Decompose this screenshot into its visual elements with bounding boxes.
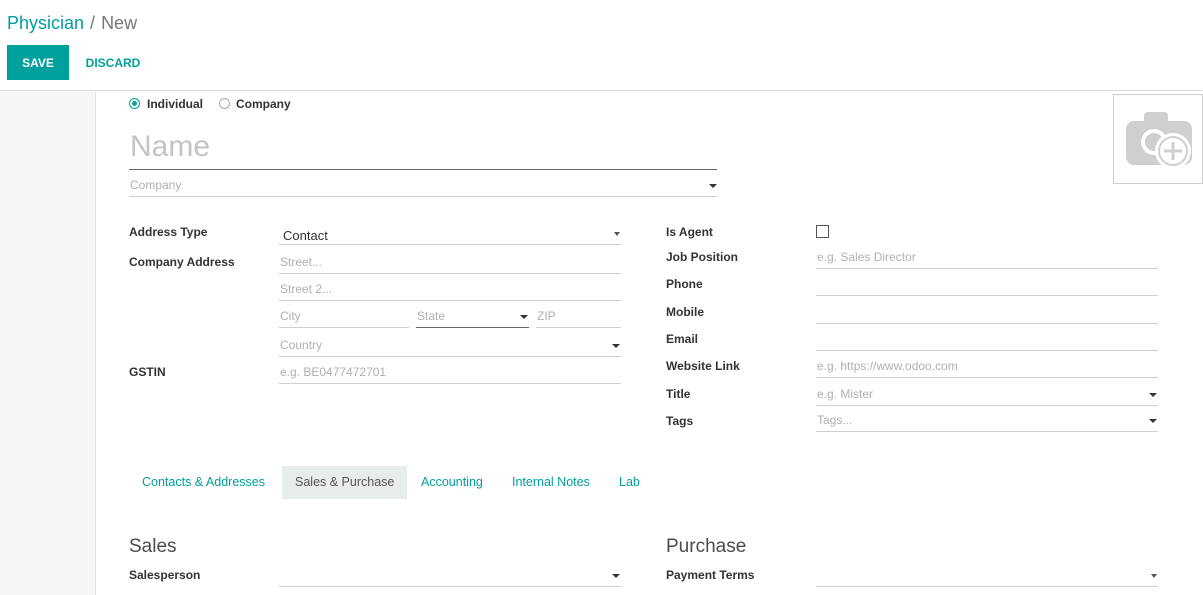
zip-placeholder: ZIP bbox=[537, 309, 556, 323]
tags-placeholder: Tags... bbox=[817, 413, 853, 427]
individual-radio[interactable] bbox=[129, 98, 140, 109]
discard-button[interactable]: DISCARD bbox=[77, 45, 149, 80]
state-placeholder: State bbox=[417, 309, 446, 323]
payment-terms-select[interactable] bbox=[816, 565, 1158, 587]
state-select[interactable]: State bbox=[416, 306, 529, 328]
camera-plus-icon bbox=[1126, 112, 1192, 169]
left-gutter bbox=[0, 92, 96, 595]
company-placeholder: Company bbox=[130, 178, 182, 192]
tab-internal-notes[interactable]: Internal Notes bbox=[499, 466, 603, 499]
street2-input[interactable]: Street 2... bbox=[279, 279, 621, 301]
control-panel: Physician / New SAVE DISCARD bbox=[0, 0, 1203, 91]
gstin-label: GSTIN bbox=[129, 365, 166, 379]
company-select[interactable]: Company bbox=[129, 175, 717, 197]
zip-input[interactable]: ZIP bbox=[536, 306, 621, 328]
company-radio[interactable] bbox=[219, 98, 230, 109]
phone-label: Phone bbox=[666, 277, 703, 291]
chevron-down-icon bbox=[520, 315, 528, 319]
avatar-upload[interactable] bbox=[1113, 94, 1203, 184]
street2-placeholder: Street 2... bbox=[280, 282, 333, 296]
breadcrumb-physician-link[interactable]: Physician bbox=[7, 13, 84, 33]
city-input[interactable]: City bbox=[279, 306, 409, 328]
address-type-value: Contact bbox=[283, 228, 328, 243]
mobile-input[interactable] bbox=[816, 302, 1158, 324]
tags-label: Tags bbox=[666, 414, 694, 428]
chevron-down-icon bbox=[612, 574, 620, 578]
title-label: Title bbox=[666, 387, 691, 401]
salesperson-label: Salesperson bbox=[129, 568, 201, 582]
job-position-label: Job Position bbox=[666, 250, 738, 264]
breadcrumb-current: New bbox=[101, 13, 138, 33]
street-input[interactable]: Street... bbox=[279, 252, 621, 274]
job-position-input[interactable]: e.g. Sales Director bbox=[816, 247, 1158, 269]
save-button[interactable]: SAVE bbox=[7, 45, 69, 80]
phone-input[interactable] bbox=[816, 274, 1158, 296]
address-type-select[interactable]: Contact bbox=[279, 223, 621, 245]
email-input[interactable] bbox=[816, 329, 1158, 351]
tags-select[interactable]: Tags... bbox=[816, 410, 1158, 432]
chevron-down-icon bbox=[1149, 393, 1157, 397]
is-agent-label: Is Agent bbox=[666, 225, 713, 239]
breadcrumb-separator: / bbox=[90, 13, 96, 33]
sales-section-title: Sales bbox=[129, 536, 177, 557]
is-agent-checkbox[interactable] bbox=[816, 225, 829, 238]
individual-radio-label[interactable]: Individual bbox=[147, 97, 203, 111]
company-address-label: Company Address bbox=[129, 255, 235, 269]
job-position-placeholder: e.g. Sales Director bbox=[817, 250, 916, 264]
tab-sales-purchase[interactable]: Sales & Purchase bbox=[282, 466, 408, 499]
mobile-label: Mobile bbox=[666, 305, 704, 319]
email-label: Email bbox=[666, 332, 699, 346]
country-select[interactable]: Country bbox=[279, 335, 621, 357]
salesperson-select[interactable] bbox=[279, 565, 621, 587]
purchase-section-title: Purchase bbox=[666, 536, 747, 557]
city-placeholder: City bbox=[280, 309, 301, 323]
chevron-down-icon bbox=[614, 232, 620, 236]
website-link-label: Website Link bbox=[666, 359, 740, 373]
chevron-down-icon bbox=[612, 344, 620, 348]
tab-accounting[interactable]: Accounting bbox=[408, 466, 496, 499]
chevron-down-icon bbox=[1149, 419, 1157, 423]
chevron-down-icon bbox=[709, 184, 717, 188]
tab-lab[interactable]: Lab bbox=[606, 466, 653, 499]
company-radio-label[interactable]: Company bbox=[236, 97, 291, 111]
payment-terms-label: Payment Terms bbox=[666, 568, 755, 582]
street-placeholder: Street... bbox=[280, 255, 323, 269]
breadcrumb: Physician / New bbox=[7, 13, 137, 34]
gstin-input[interactable]: e.g. BE0477472701 bbox=[279, 362, 621, 384]
country-placeholder: Country bbox=[280, 338, 323, 352]
website-placeholder: e.g. https://www.odoo.com bbox=[817, 359, 958, 373]
website-input[interactable]: e.g. https://www.odoo.com bbox=[816, 356, 1158, 378]
name-input[interactable] bbox=[129, 124, 717, 170]
chevron-down-icon bbox=[1151, 574, 1157, 578]
title-placeholder: e.g. Mister bbox=[817, 387, 874, 401]
gstin-placeholder: e.g. BE0477472701 bbox=[280, 365, 387, 379]
title-select[interactable]: e.g. Mister bbox=[816, 384, 1158, 406]
address-type-label: Address Type bbox=[129, 225, 208, 239]
tab-contacts-addresses[interactable]: Contacts & Addresses bbox=[129, 466, 278, 499]
